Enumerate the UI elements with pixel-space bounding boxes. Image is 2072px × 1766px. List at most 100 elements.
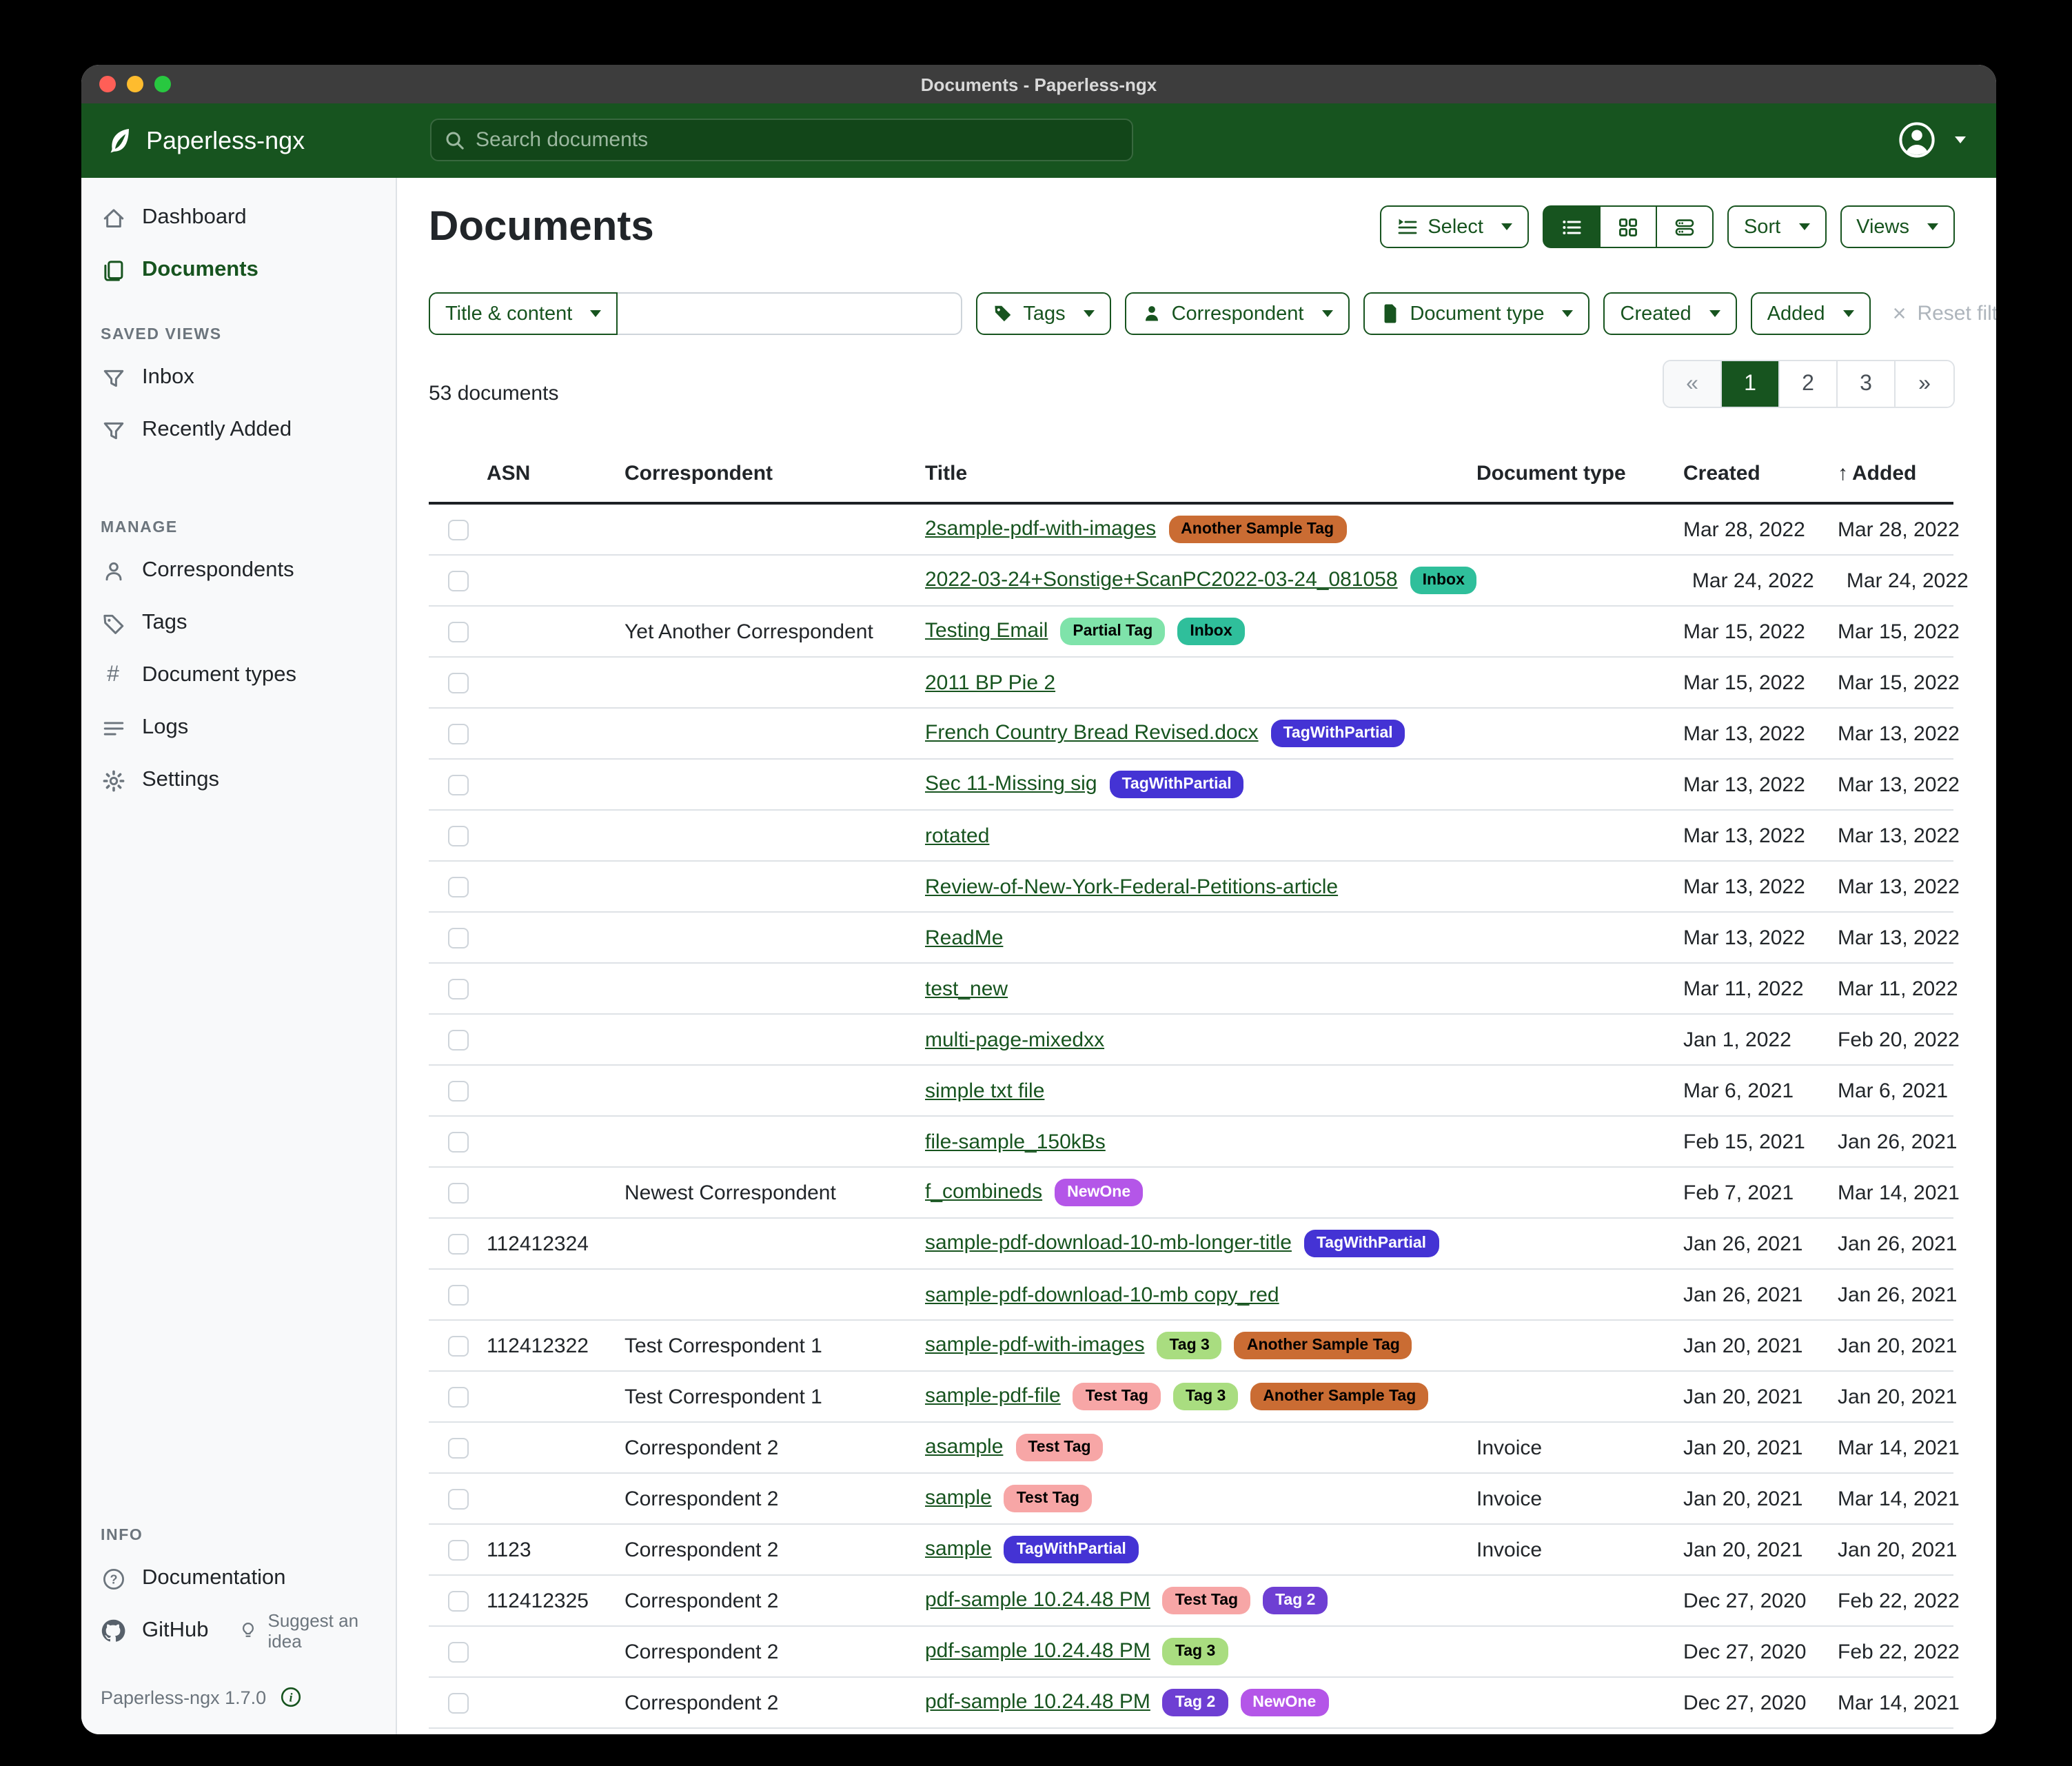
brand[interactable]: Paperless-ngx (106, 125, 305, 156)
tag-badge[interactable]: TagWithPartial (1004, 1536, 1139, 1563)
detail-view-button[interactable] (1656, 205, 1714, 248)
pagination-page-2[interactable]: 2 (1780, 361, 1838, 407)
row-checkbox[interactable] (448, 1641, 469, 1662)
tags-filter-button[interactable]: Tags (976, 292, 1110, 335)
row-checkbox[interactable] (448, 1539, 469, 1560)
list-view-button[interactable] (1543, 205, 1599, 248)
header-asn[interactable]: ASN (478, 461, 616, 485)
row-checkbox[interactable] (448, 1437, 469, 1458)
pagination-prev[interactable]: « (1664, 361, 1722, 407)
document-title-link[interactable]: file-sample_150kBs (925, 1130, 1106, 1153)
row-checkbox[interactable] (448, 1284, 469, 1305)
row-checkbox[interactable] (448, 1335, 469, 1356)
document-title-link[interactable]: sample-pdf-file (925, 1385, 1061, 1408)
document-title-link[interactable]: simple txt file (925, 1079, 1044, 1102)
tag-badge[interactable]: Tag 3 (1163, 1638, 1228, 1665)
row-checkbox[interactable] (448, 1233, 469, 1254)
title-content-dropdown[interactable]: Title & content (429, 292, 618, 335)
document-title-link[interactable]: Testing Email (925, 620, 1048, 643)
row-checkbox[interactable] (448, 1131, 469, 1152)
document-title-link[interactable]: sample (925, 1487, 992, 1510)
sidebar-item-settings[interactable]: Settings (81, 754, 396, 806)
tag-badge[interactable]: Inbox (1177, 618, 1244, 645)
row-checkbox[interactable] (448, 1692, 469, 1713)
reset-filters-button[interactable]: × Reset filters (1893, 302, 1996, 325)
global-search[interactable] (430, 119, 1133, 161)
row-checkbox[interactable] (448, 1029, 469, 1050)
suggest-idea-link[interactable]: Suggest an idea (239, 1610, 396, 1652)
correspondent-filter-button[interactable]: Correspondent (1125, 292, 1350, 335)
row-checkbox[interactable] (448, 672, 469, 693)
sidebar-item-github[interactable]: GitHub (81, 1605, 209, 1657)
row-checkbox[interactable] (448, 876, 469, 897)
tag-badge[interactable]: Test Tag (1163, 1587, 1250, 1614)
document-title-link[interactable]: 2sample-pdf-with-images (925, 518, 1156, 541)
document-title-link[interactable]: rotated (925, 824, 989, 847)
row-checkbox[interactable] (448, 723, 469, 744)
header-added[interactable]: ↑Added (1829, 461, 1953, 485)
header-document-type[interactable]: Document type (1468, 461, 1675, 485)
document-title-link[interactable]: Sec 11-Missing sig (925, 773, 1097, 796)
sidebar-item-tags[interactable]: Tags (81, 597, 396, 649)
select-button[interactable]: Select (1379, 205, 1529, 248)
sidebar-item-document-types[interactable]: # Document types (81, 649, 396, 702)
row-checkbox[interactable] (448, 1182, 469, 1203)
row-checkbox[interactable] (448, 570, 469, 591)
header-created[interactable]: Created (1675, 461, 1829, 485)
pagination-page-3[interactable]: 3 (1838, 361, 1896, 407)
document-title-link[interactable]: sample-pdf-with-images (925, 1334, 1144, 1357)
tag-badge[interactable]: Another Sample Tag (1250, 1383, 1428, 1410)
document-title-link[interactable]: multi-page-mixedxx (925, 1028, 1104, 1051)
row-checkbox[interactable] (448, 1488, 469, 1509)
tag-badge[interactable]: Another Sample Tag (1235, 1332, 1412, 1359)
pagination-page-1[interactable]: 1 (1722, 361, 1780, 407)
tag-badge[interactable]: Test Tag (1004, 1485, 1092, 1512)
row-checkbox[interactable] (448, 825, 469, 846)
created-filter-button[interactable]: Created (1604, 292, 1737, 335)
header-correspondent[interactable]: Correspondent (616, 461, 917, 485)
document-title-link[interactable]: sample-pdf-download-10-mb-longer-title (925, 1232, 1292, 1255)
row-checkbox[interactable] (448, 1080, 469, 1101)
tag-badge[interactable]: NewOne (1240, 1689, 1328, 1716)
filter-text-input[interactable] (618, 292, 962, 335)
tag-badge[interactable]: NewOne (1055, 1179, 1143, 1206)
document-title-link[interactable]: 2022-03-24+Sonstige+ScanPC2022-03-24_081… (925, 569, 1398, 592)
sidebar-item-documents[interactable]: Documents (81, 244, 396, 296)
document-title-link[interactable]: f_combineds (925, 1181, 1042, 1204)
document-title-link[interactable]: ReadMe (925, 926, 1003, 949)
user-menu[interactable] (1898, 121, 1966, 159)
document-title-link[interactable]: 2011 BP Pie 2 (925, 671, 1055, 694)
search-input[interactable] (476, 128, 1119, 152)
row-checkbox[interactable] (448, 978, 469, 999)
grid-view-button[interactable] (1599, 205, 1656, 248)
row-checkbox[interactable] (448, 1590, 469, 1611)
sidebar-item-logs[interactable]: Logs (81, 702, 396, 754)
row-checkbox[interactable] (448, 774, 469, 795)
tag-badge[interactable]: Another Sample Tag (1168, 516, 1346, 542)
tag-badge[interactable]: Test Tag (1073, 1383, 1161, 1410)
tag-badge[interactable]: Tag 3 (1157, 1332, 1221, 1359)
tag-badge[interactable]: Tag 2 (1263, 1587, 1328, 1614)
added-filter-button[interactable]: Added (1751, 292, 1871, 335)
document-title-link[interactable]: Review-of-New-York-Federal-Petitions-art… (925, 875, 1338, 898)
row-checkbox[interactable] (448, 927, 469, 948)
sidebar-item-dashboard[interactable]: Dashboard (81, 192, 396, 244)
row-checkbox[interactable] (448, 621, 469, 642)
tag-badge[interactable]: Tag 2 (1163, 1689, 1228, 1716)
document-title-link[interactable]: pdf-sample 10.24.48 PM (925, 1589, 1150, 1612)
sidebar-item-inbox[interactable]: Inbox (81, 352, 396, 404)
header-title[interactable]: Title (917, 461, 1468, 485)
document-title-link[interactable]: sample-pdf-download-10-mb copy_red (925, 1283, 1279, 1306)
pagination-next[interactable]: » (1896, 361, 1953, 407)
document-title-link[interactable]: sample (925, 1538, 992, 1561)
sidebar-item-correspondents[interactable]: Correspondents (81, 545, 396, 597)
views-button[interactable]: Views (1840, 205, 1955, 248)
tag-badge[interactable]: Test Tag (1015, 1434, 1103, 1461)
tag-badge[interactable]: Tag 3 (1173, 1383, 1238, 1410)
sort-button[interactable]: Sort (1727, 205, 1826, 248)
document-type-filter-button[interactable]: Document type (1363, 292, 1589, 335)
info-circle-icon[interactable]: i (280, 1686, 302, 1708)
sidebar-item-documentation[interactable]: ? Documentation (81, 1552, 396, 1605)
row-checkbox[interactable] (448, 519, 469, 540)
document-title-link[interactable]: French Country Bread Revised.docx (925, 722, 1259, 745)
